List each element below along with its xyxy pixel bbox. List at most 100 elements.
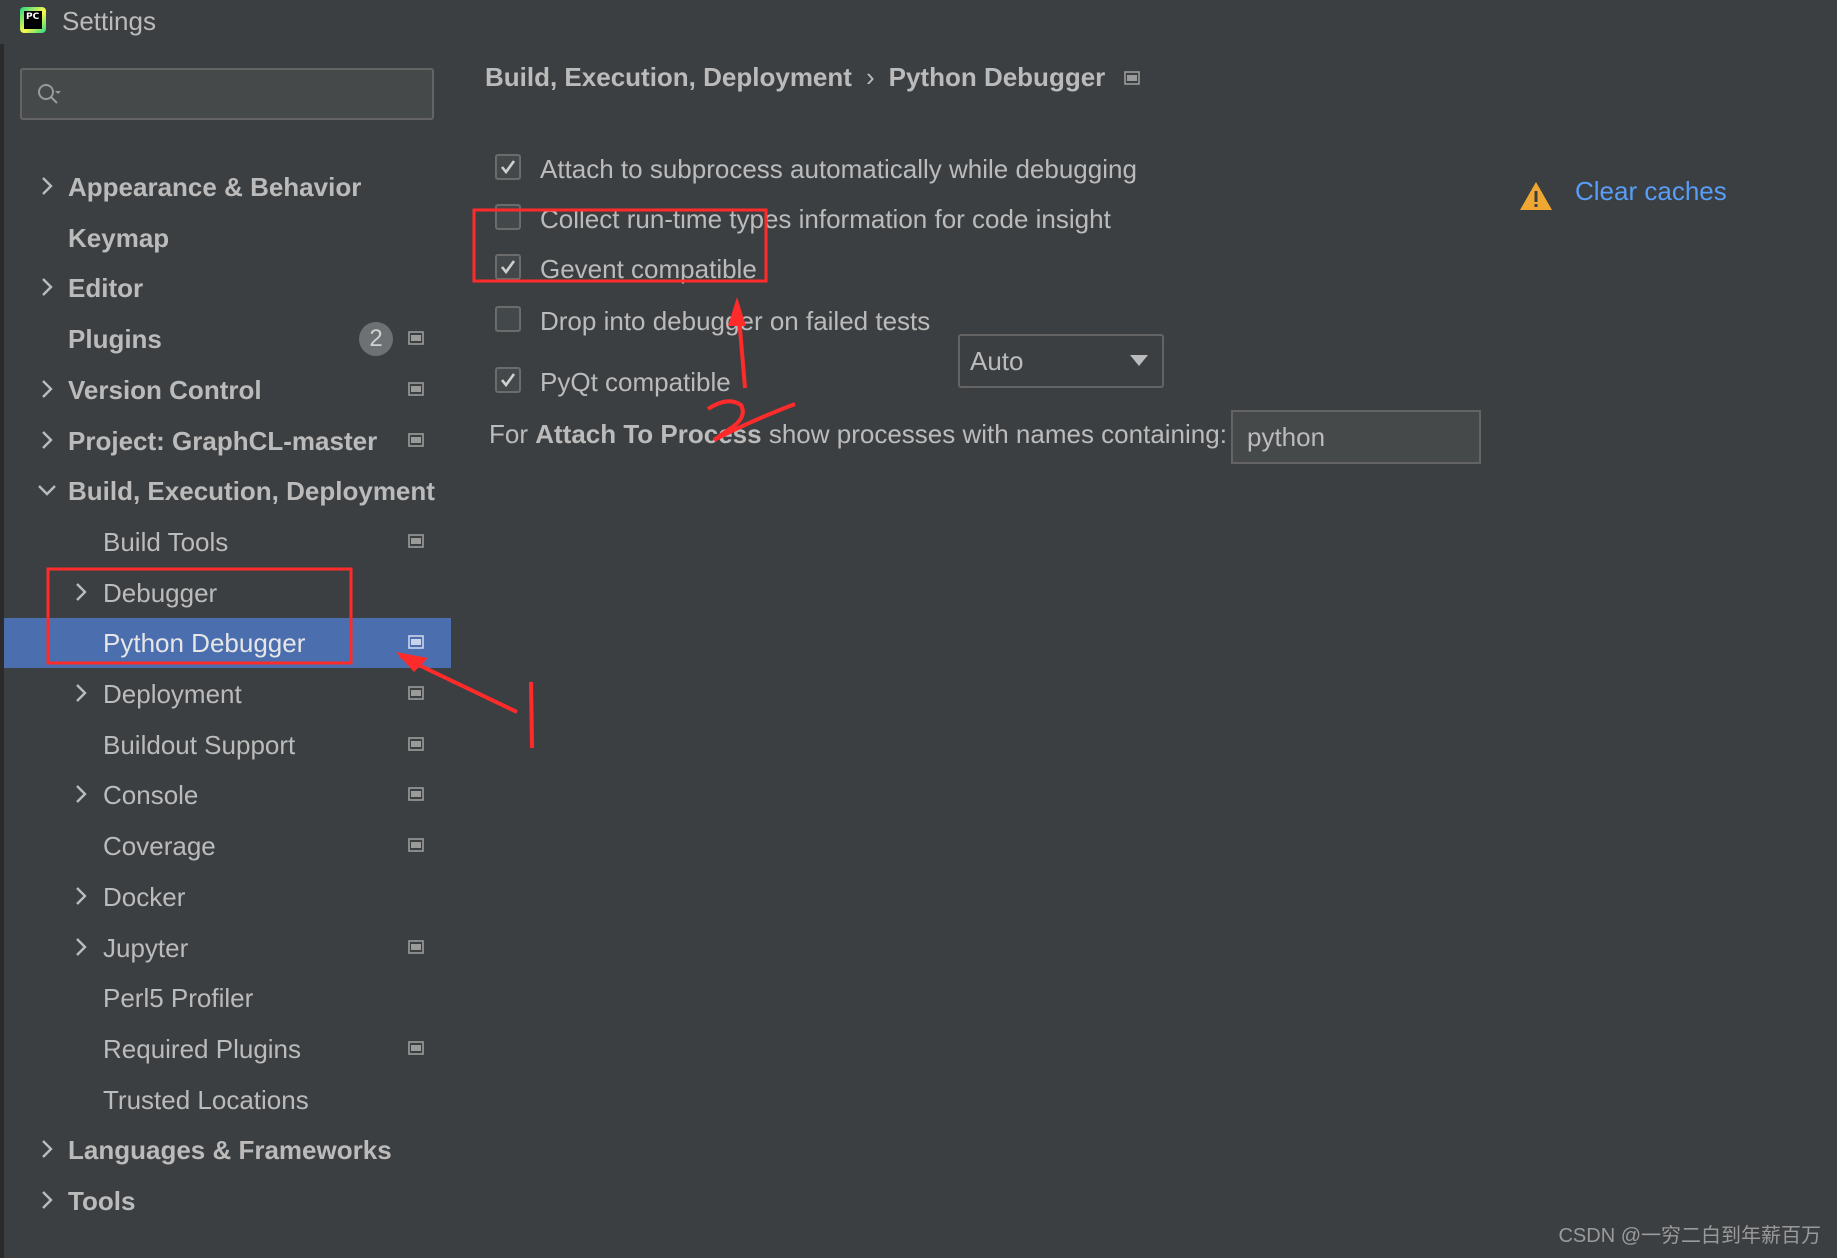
project-level-icon <box>408 939 424 954</box>
chevron-right-icon[interactable] <box>36 276 58 298</box>
project-level-icon <box>408 736 424 751</box>
sidebar-item-label: Plugins <box>68 324 162 355</box>
updates-badge: 2 <box>359 322 393 357</box>
chevron-right-icon[interactable] <box>70 936 92 958</box>
chevron-right-icon[interactable] <box>70 581 92 603</box>
checkmark-icon <box>500 260 516 275</box>
project-level-icon <box>408 787 424 802</box>
option-label: Drop into debugger on failed tests <box>540 306 931 336</box>
app-logo-text: PC <box>24 11 42 29</box>
option-label: Attach to subprocess automatically while… <box>540 154 1137 184</box>
sidebar-item-label: Appearance & Behavior <box>68 172 362 202</box>
attach-process-label: For Attach To Process show processes wit… <box>489 414 1227 454</box>
option-label: Gevent compatible <box>540 254 757 284</box>
sidebar-item-label: Docker <box>103 881 186 912</box>
sidebar-item-build-tools[interactable]: Build Tools <box>4 517 451 567</box>
sidebar-item-label: Coverage <box>103 831 216 862</box>
chevron-right-icon[interactable] <box>36 1138 58 1160</box>
attach-prefix: For <box>489 419 536 449</box>
sidebar-item-debugger[interactable]: Debugger <box>4 568 451 618</box>
checkbox[interactable] <box>495 204 521 230</box>
sidebar-item-required-plugins[interactable]: Required Plugins <box>4 1024 451 1074</box>
breadcrumb-separator: › <box>865 62 875 92</box>
sidebar-item-appearance-behavior[interactable]: Appearance & Behavior <box>4 162 451 212</box>
checkbox[interactable] <box>495 254 521 280</box>
breadcrumb-parent[interactable]: Build, Execution, Deployment <box>485 62 852 92</box>
sidebar-item-languages-frameworks[interactable]: Languages & Frameworks <box>4 1125 451 1175</box>
checkmark-icon <box>500 373 516 388</box>
chevron-down-icon <box>1130 355 1148 366</box>
sidebar-item-editor[interactable]: Editor <box>4 263 451 313</box>
sidebar-item-label: Python Debugger <box>103 628 306 659</box>
checkmark-icon <box>500 160 516 175</box>
sidebar-item-tools[interactable]: Tools <box>4 1176 451 1226</box>
attach-bold-text: Attach To Process <box>535 419 762 449</box>
attach-suffix: show processes with names containing: <box>761 419 1227 449</box>
sidebar-item-label: Trusted Locations <box>103 1084 309 1115</box>
project-level-icon <box>408 635 424 650</box>
checkbox[interactable] <box>495 306 521 332</box>
chevron-down-icon[interactable] <box>36 479 58 501</box>
watermark: CSDN @一穷二白到年薪百万 <box>1558 1225 1821 1247</box>
project-level-icon <box>408 1041 424 1055</box>
sidebar-item-deployment[interactable]: Deployment <box>4 669 451 719</box>
settings-sidebar: Appearance & Behavior Keymap Editor Plugins… <box>4 44 451 1258</box>
sidebar-item-perl5-profiler[interactable]: Perl5 Profiler <box>4 973 451 1023</box>
clear-caches-link[interactable]: Clear caches <box>1575 176 1727 207</box>
sidebar-item-label: Jupyter <box>103 932 189 963</box>
sidebar-item-coverage[interactable]: Coverage <box>4 821 451 871</box>
sidebar-item-label: Deployment <box>103 679 242 709</box>
sidebar-item-docker[interactable]: Docker <box>4 872 451 922</box>
sidebar-item-label: Debugger <box>103 577 218 608</box>
pyqt-mode-value: Auto <box>970 346 1024 376</box>
sidebar-item-label: Build, Execution, Deployment <box>68 476 435 507</box>
sidebar-item-console[interactable]: Console <box>4 770 451 820</box>
sidebar-item-label: Tools <box>68 1186 136 1216</box>
sidebar-item-version-control[interactable]: Version Control <box>4 365 451 415</box>
sidebar-item-label: Version Control <box>68 374 262 405</box>
project-level-icon <box>408 331 424 345</box>
sidebar-item-plugins[interactable]: Plugins 2 <box>4 314 451 364</box>
sidebar-item-label: Languages & Frameworks <box>68 1135 392 1166</box>
breadcrumb: Build, Execution, Deployment › Python Debu… <box>485 62 1105 93</box>
chevron-right-icon[interactable] <box>36 1189 58 1211</box>
chevron-right-icon[interactable] <box>36 378 58 400</box>
pycharm-logo-icon: PC <box>20 7 46 33</box>
settings-content: Build, Execution, Deployment › Python Debu… <box>451 44 1837 1258</box>
sidebar-item-project-graphcl-master[interactable]: Project: GraphCL-master <box>4 416 451 466</box>
sidebar-item-label: Console <box>103 780 199 811</box>
project-level-icon <box>408 432 424 447</box>
project-level-icon <box>408 686 424 700</box>
warning-icon <box>1520 182 1552 210</box>
sidebar-item-label: Required Plugins <box>103 1033 302 1064</box>
chevron-right-icon[interactable] <box>70 885 92 907</box>
project-level-icon <box>1124 71 1140 85</box>
option-label: PyQt compatible <box>540 367 731 397</box>
window-title: Settings <box>62 6 156 36</box>
search-input[interactable] <box>20 68 434 120</box>
sidebar-item-label: Editor <box>68 273 144 304</box>
checkbox[interactable] <box>495 367 521 393</box>
process-name-input[interactable]: python <box>1231 410 1481 464</box>
sidebar-item-build-execution-deployment[interactable]: Build, Execution, Deployment <box>4 466 451 516</box>
sidebar-item-trusted-locations[interactable]: Trusted Locations <box>4 1075 451 1125</box>
sidebar-item-python-debugger[interactable]: Python Debugger <box>4 618 451 669</box>
sidebar-item-jupyter[interactable]: Jupyter <box>4 923 451 973</box>
sidebar-item-label: Buildout Support <box>103 729 296 760</box>
option-label: Collect run-time types information for c… <box>540 204 1111 234</box>
checkbox[interactable] <box>495 154 521 180</box>
chevron-right-icon[interactable] <box>36 175 58 197</box>
sidebar-item-keymap[interactable]: Keymap <box>4 213 451 263</box>
sidebar-item-buildout-support[interactable]: Buildout Support <box>4 720 451 770</box>
project-level-icon <box>408 381 424 396</box>
search-icon <box>38 84 61 104</box>
sidebar-item-label: Build Tools <box>103 526 229 557</box>
project-level-icon <box>408 534 424 548</box>
sidebar-item-label: Perl5 Profiler <box>103 983 254 1014</box>
chevron-right-icon[interactable] <box>70 783 92 805</box>
project-level-icon <box>408 838 424 852</box>
chevron-right-icon[interactable] <box>36 429 58 451</box>
chevron-right-icon[interactable] <box>70 682 92 704</box>
title-bar: PC Settings <box>0 0 1837 44</box>
pyqt-mode-select[interactable]: Auto <box>958 334 1164 388</box>
